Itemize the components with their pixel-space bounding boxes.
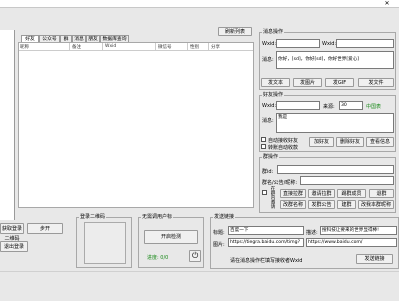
close-icon[interactable]: ✕ [383, 0, 391, 7]
lock-icon: ⏻ [192, 251, 199, 260]
left-panel [0, 30, 15, 220]
refresh-list-button[interactable]: 刷新列表 [218, 27, 252, 36]
group-name-input[interactable] [300, 176, 394, 185]
col-divider [155, 43, 156, 50]
link-url-input[interactable]: https://www.baidu.com/ [306, 238, 397, 247]
delete-friend-button[interactable]: 删除好友 [336, 137, 364, 147]
col-wxid[interactable]: Wxid [105, 44, 116, 49]
logout-button[interactable]: 退出登录 [0, 241, 28, 252]
group-name-label: 群名/公告/昵称: [262, 180, 298, 186]
send-link-button[interactable]: 发送链接 [356, 254, 393, 264]
friend-op-title: 好友操作 [262, 91, 285, 98]
group-id-input[interactable] [277, 165, 394, 174]
col-divider [102, 43, 103, 50]
group-member-checkbox[interactable] [262, 190, 267, 195]
qr-code-image [84, 222, 126, 264]
col-nickname[interactable]: 昵称 [20, 44, 29, 50]
friend-wxid-input[interactable] [276, 101, 320, 110]
view-info-button[interactable]: 查看信息 [366, 137, 394, 147]
title-bar [0, 0, 399, 8]
direct-pull-group-button[interactable]: 直接拉群 [280, 189, 306, 198]
msg-wxid-input[interactable] [276, 39, 320, 48]
col-remark[interactable]: 备注 [72, 44, 81, 50]
msg-content-input[interactable]: 你好，[sd]，你好[sd]，你好世界[爱心] [276, 51, 394, 69]
col-wechat-id[interactable]: 微信号 [158, 44, 172, 50]
friend-source-input[interactable]: 30 [339, 101, 363, 110]
friend-msg-input[interactable]: 我是 [276, 113, 394, 133]
msg-wxid-label: Wxid: [262, 41, 277, 47]
link-desc-label: 描述: [306, 230, 318, 236]
invite-pull-group-button[interactable]: 邀请拉群 [308, 189, 335, 198]
create-group-button[interactable]: 建群 [337, 200, 356, 209]
message-op-title: 消息操作 [262, 28, 285, 35]
change-nickname-button[interactable]: 改我本群昵称 [358, 200, 394, 209]
quit-group-button[interactable]: 退群 [369, 189, 394, 198]
detect-group-title: 无需调用户标 [141, 213, 174, 220]
rename-group-button[interactable]: 改群名称 [280, 200, 306, 209]
group-id-label: 群id: [262, 169, 274, 175]
group-op-title: 群操作 [262, 153, 280, 160]
auto-pay-checkbox[interactable] [261, 144, 266, 149]
col-divider [208, 43, 209, 50]
col-gender[interactable]: 性别 [190, 44, 199, 50]
group-member-label: 在群内邀请 [270, 186, 275, 209]
auto-pay-label: 转账自动收款 [268, 145, 299, 151]
send-gif-button[interactable]: 发GIF [325, 78, 354, 87]
qr-group-title: 登录二维码 [79, 213, 107, 220]
send-link-hint: 请在消息操作栏填写接收者Wxid [230, 258, 303, 264]
link-image-input[interactable]: https://tiegra.baidu.com/timg? [228, 238, 304, 247]
send-file-button[interactable]: 发文件 [358, 78, 394, 87]
msg-content-label: 消息: [262, 57, 274, 63]
send-image-button[interactable]: 发图片 [293, 78, 322, 87]
friend-wxid-label: Wxid: [262, 103, 277, 109]
friend-source-label: 来源: [323, 104, 335, 110]
col-divider [69, 43, 70, 50]
friend-source-hint: 中国表 [366, 104, 382, 110]
link-title-label: 标题: [213, 230, 225, 236]
link-desc-input[interactable]: 搜科技让要来的世界显得棒! [320, 226, 397, 235]
link-image-label: 图片: [213, 242, 225, 248]
col-divider [187, 43, 188, 50]
auto-accept-checkbox[interactable] [261, 137, 266, 142]
send-text-button[interactable]: 发文本 [261, 78, 290, 87]
msg-nick-label: Wxid: [322, 41, 337, 47]
status-bar [0, 271, 399, 301]
friend-table [18, 42, 254, 208]
detect-status: 进度: 0/0 [147, 255, 169, 261]
start-button[interactable]: 步开 [27, 223, 63, 234]
col-share[interactable]: 分享 [211, 44, 220, 50]
post-notice-button[interactable]: 发群公告 [308, 200, 335, 209]
start-detect-button[interactable]: 开启检测 [144, 230, 198, 244]
add-friend-button[interactable]: 加好友 [309, 137, 334, 147]
msg-nick-input[interactable] [336, 39, 394, 48]
auto-accept-label: 自动接收好友 [268, 138, 299, 144]
link-title-input[interactable]: 百度一下 [228, 226, 304, 235]
get-login-qr-button[interactable]: 获取登录二维码 [0, 223, 24, 242]
send-link-title: 发送链接 [213, 213, 236, 220]
kick-member-button[interactable]: 踢群成员 [337, 189, 366, 198]
friend-msg-label: 消息: [262, 118, 274, 124]
